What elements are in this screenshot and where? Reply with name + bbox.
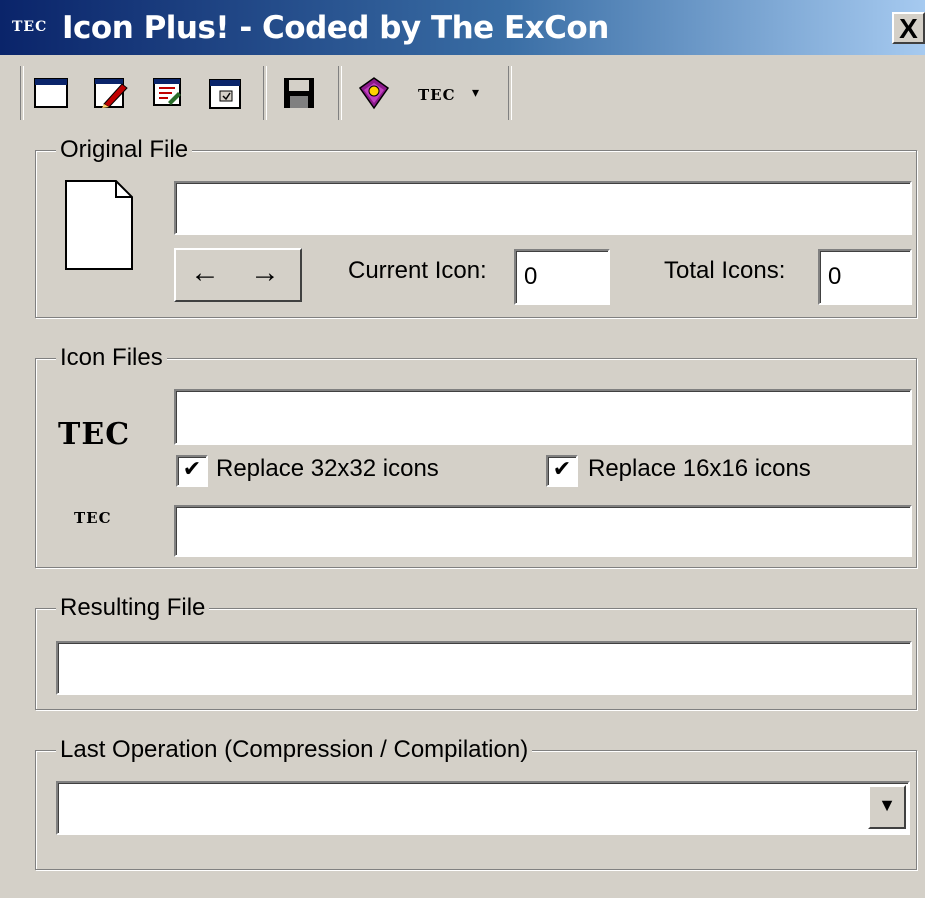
replace-16-label: Replace 16x16 icons (588, 455, 811, 482)
resulting-file-legend: Resulting File (56, 591, 210, 625)
save-icon (284, 78, 314, 108)
icon-files-group: Icon Files TEC ✔ Replace 32x32 icons ✔ R… (35, 341, 917, 568)
toolbar-separator (263, 66, 267, 120)
help-book-icon (358, 77, 390, 110)
last-operation-group: Last Operation (Compression / Compilatio… (35, 733, 917, 870)
total-icons-label: Total Icons: (664, 257, 786, 284)
small-icon-path-field[interactable] (174, 505, 912, 557)
large-icon-path-field[interactable] (174, 389, 912, 445)
window-icon (34, 78, 68, 108)
toolbar-separator (20, 66, 24, 120)
compile-button[interactable] (148, 74, 186, 112)
toolbar-separator (338, 66, 342, 120)
replace-16-checkbox[interactable]: ✔ (546, 455, 578, 487)
last-operation-legend: Last Operation (Compression / Compilatio… (56, 733, 533, 767)
chevron-down-icon: ▾ (472, 84, 480, 100)
toolbar-separator (508, 66, 512, 120)
original-file-group: Original File ← → Current Icon: Total Ic… (35, 133, 917, 318)
settings-window-icon (209, 79, 241, 109)
edit-button[interactable] (92, 74, 130, 112)
tec-logo-icon: TEC (418, 86, 456, 104)
chevron-down-icon: ▼ (878, 795, 896, 815)
app-icon: TEC (12, 19, 48, 35)
properties-button[interactable] (206, 74, 244, 112)
replace-32-label: Replace 32x32 icons (216, 455, 439, 482)
next-icon-button[interactable]: → (236, 250, 294, 296)
icon-navigation: ← → (174, 248, 302, 302)
help-button[interactable] (354, 74, 392, 112)
new-window-button[interactable] (32, 74, 70, 112)
current-icon-label: Current Icon: (348, 257, 487, 284)
compile-icon (153, 78, 181, 106)
edit-icon (94, 78, 128, 108)
original-file-path-field[interactable] (174, 181, 912, 235)
current-icon-field[interactable] (514, 249, 610, 305)
last-operation-combobox[interactable]: ▼ (56, 781, 910, 835)
resulting-file-path-field[interactable] (56, 641, 912, 695)
file-icon (65, 180, 133, 270)
tec-dropdown-button[interactable]: TEC ▾ (418, 80, 518, 108)
large-icon-preview: TEC (58, 417, 131, 452)
save-button[interactable] (280, 74, 318, 112)
original-file-legend: Original File (56, 133, 193, 167)
previous-icon-button[interactable]: ← (176, 250, 234, 296)
window-title: Icon Plus! - Coded by The ExCon (62, 10, 609, 46)
close-button[interactable]: X (892, 12, 925, 44)
total-icons-field[interactable] (818, 249, 912, 305)
dropdown-arrow-button[interactable]: ▼ (868, 785, 906, 829)
resulting-file-group: Resulting File (35, 591, 917, 710)
title-bar[interactable]: TEC Icon Plus! - Coded by The ExCon X (0, 0, 925, 55)
icon-files-legend: Icon Files (56, 341, 167, 375)
toolbar: TEC ▾ (20, 62, 920, 122)
replace-32-checkbox[interactable]: ✔ (176, 455, 208, 487)
small-icon-preview: TEC (74, 509, 112, 527)
